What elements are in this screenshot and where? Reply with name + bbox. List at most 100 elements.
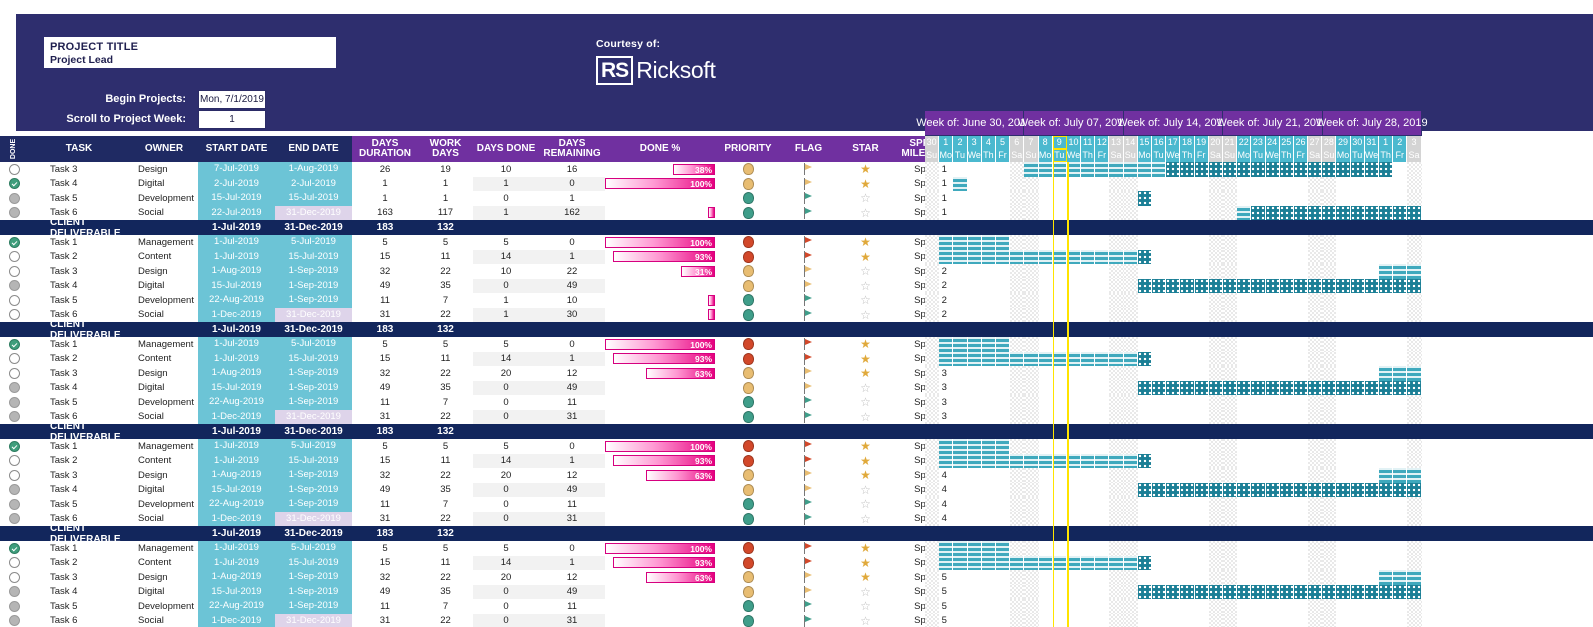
star-icon[interactable]: ★ xyxy=(860,353,871,365)
done-status-icon[interactable] xyxy=(8,411,20,423)
done-cell[interactable] xyxy=(0,599,28,614)
priority-cell[interactable] xyxy=(715,293,781,308)
done-cell[interactable] xyxy=(0,293,28,308)
priority-cell[interactable] xyxy=(715,206,781,221)
start-date-cell[interactable]: 1-Jul-2019 xyxy=(198,337,275,352)
end-date-cell[interactable]: 1-Sep-2019 xyxy=(275,584,352,599)
owner-cell[interactable]: Design xyxy=(130,264,198,279)
done-status-icon[interactable] xyxy=(8,280,20,292)
owner-cell[interactable]: Social xyxy=(130,410,198,425)
start-date-cell[interactable]: 1-Aug-2019 xyxy=(198,264,275,279)
star-cell[interactable]: ☆ xyxy=(836,599,895,614)
task-name-cell[interactable]: Task 5 xyxy=(28,497,130,512)
owner-cell[interactable]: Social xyxy=(130,512,198,527)
end-date-cell[interactable]: 31-Dec-2019 xyxy=(275,409,352,424)
priority-cell[interactable] xyxy=(715,585,781,600)
start-date-cell[interactable]: 22-Aug-2019 xyxy=(198,497,275,512)
owner-cell[interactable]: Management xyxy=(130,541,198,556)
star-cell[interactable]: ☆ xyxy=(836,264,895,279)
owner-cell[interactable]: Design xyxy=(130,162,198,177)
owner-cell[interactable]: Development xyxy=(130,293,198,308)
done-cell[interactable] xyxy=(0,264,28,279)
done-status-icon[interactable] xyxy=(8,455,20,467)
flag-icon[interactable] xyxy=(803,294,815,307)
star-cell[interactable]: ★ xyxy=(836,468,895,483)
star-icon[interactable]: ☆ xyxy=(860,207,871,219)
star-cell[interactable]: ☆ xyxy=(836,206,895,221)
done-cell[interactable] xyxy=(0,454,28,469)
done-cell[interactable] xyxy=(0,381,28,396)
star-icon[interactable]: ★ xyxy=(860,367,871,379)
start-date-cell[interactable]: 1-Jul-2019 xyxy=(198,249,275,264)
task-name-cell[interactable]: Task 4 xyxy=(28,279,130,294)
star-icon[interactable]: ★ xyxy=(860,251,871,263)
star-icon[interactable]: ★ xyxy=(860,542,871,554)
flag-cell[interactable] xyxy=(781,395,836,410)
done-cell[interactable] xyxy=(0,512,28,527)
end-date-cell[interactable]: 1-Aug-2019 xyxy=(275,162,352,177)
end-date-cell[interactable]: 31-Dec-2019 xyxy=(275,511,352,526)
task-name-cell[interactable]: Task 3 xyxy=(28,366,130,381)
end-date-cell[interactable]: 31-Dec-2019 xyxy=(275,307,352,322)
flag-cell[interactable] xyxy=(781,497,836,512)
end-date-cell[interactable]: 1-Sep-2019 xyxy=(275,264,352,279)
flag-icon[interactable] xyxy=(803,206,815,219)
flag-icon[interactable] xyxy=(803,236,815,249)
owner-cell[interactable]: Content xyxy=(130,352,198,367)
priority-cell[interactable] xyxy=(715,366,781,381)
done-status-icon[interactable] xyxy=(8,294,20,306)
start-date-cell[interactable]: 1-Jul-2019 xyxy=(198,351,275,366)
start-date-cell[interactable]: 15-Jul-2019 xyxy=(198,278,275,293)
done-cell[interactable] xyxy=(0,206,28,221)
star-icon[interactable]: ☆ xyxy=(860,396,871,408)
start-date-cell[interactable]: 2-Jul-2019 xyxy=(198,176,275,191)
priority-cell[interactable] xyxy=(715,235,781,250)
done-status-icon[interactable] xyxy=(8,207,20,219)
start-date-cell[interactable]: 15-Jul-2019 xyxy=(198,191,275,206)
flag-cell[interactable] xyxy=(781,162,836,177)
star-icon[interactable]: ★ xyxy=(860,236,871,248)
done-status-icon[interactable] xyxy=(8,178,20,190)
owner-cell[interactable]: Design xyxy=(130,366,198,381)
flag-cell[interactable] xyxy=(781,366,836,381)
flag-icon[interactable] xyxy=(803,265,815,278)
done-cell[interactable] xyxy=(0,279,28,294)
flag-cell[interactable] xyxy=(781,381,836,396)
star-cell[interactable]: ★ xyxy=(836,177,895,192)
done-cell[interactable] xyxy=(0,395,28,410)
priority-cell[interactable] xyxy=(715,599,781,614)
star-icon[interactable]: ★ xyxy=(860,163,871,175)
done-status-icon[interactable] xyxy=(8,338,20,350)
flag-icon[interactable] xyxy=(803,177,815,190)
star-icon[interactable]: ☆ xyxy=(860,586,871,598)
star-icon[interactable]: ☆ xyxy=(860,615,871,627)
star-cell[interactable]: ★ xyxy=(836,250,895,265)
star-icon[interactable]: ☆ xyxy=(860,309,871,321)
star-cell[interactable]: ☆ xyxy=(836,497,895,512)
star-cell[interactable]: ★ xyxy=(836,556,895,571)
start-date-cell[interactable]: 1-Jul-2019 xyxy=(198,235,275,250)
done-status-icon[interactable] xyxy=(8,571,20,583)
done-cell[interactable] xyxy=(0,483,28,498)
owner-cell[interactable]: Management xyxy=(130,235,198,250)
end-date-cell[interactable]: 15-Jul-2019 xyxy=(275,453,352,468)
star-cell[interactable]: ★ xyxy=(836,352,895,367)
star-cell[interactable]: ★ xyxy=(836,439,895,454)
end-date-cell[interactable]: 31-Dec-2019 xyxy=(275,613,352,627)
task-name-cell[interactable]: Task 3 xyxy=(28,264,130,279)
flag-cell[interactable] xyxy=(781,556,836,571)
star-cell[interactable]: ☆ xyxy=(836,410,895,425)
star-cell[interactable]: ★ xyxy=(836,235,895,250)
flag-icon[interactable] xyxy=(803,556,815,569)
flag-icon[interactable] xyxy=(803,279,815,292)
priority-cell[interactable] xyxy=(715,454,781,469)
end-date-cell[interactable]: 15-Jul-2019 xyxy=(275,555,352,570)
start-date-cell[interactable]: 1-Aug-2019 xyxy=(198,366,275,381)
end-date-cell[interactable]: 5-Jul-2019 xyxy=(275,235,352,250)
star-cell[interactable]: ☆ xyxy=(836,293,895,308)
done-cell[interactable] xyxy=(0,541,28,556)
flag-icon[interactable] xyxy=(803,163,815,176)
flag-icon[interactable] xyxy=(803,600,815,613)
start-date-cell[interactable]: 1-Jul-2019 xyxy=(198,541,275,556)
done-status-icon[interactable] xyxy=(8,396,20,408)
